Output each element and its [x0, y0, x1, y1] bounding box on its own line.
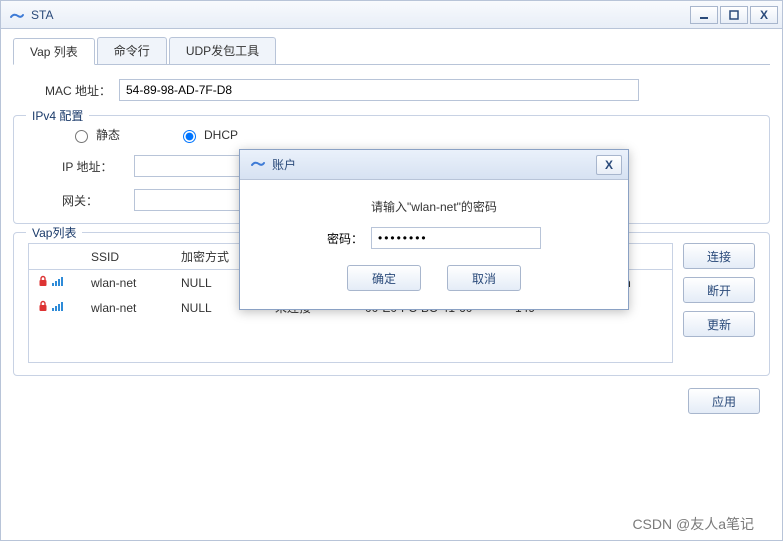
radio-static-label: 静态 — [96, 126, 120, 143]
modal-close-button[interactable]: X — [596, 155, 622, 175]
tab-bar: Vap 列表 命令行 UDP发包工具 — [13, 37, 770, 65]
tab-udp[interactable]: UDP发包工具 — [169, 37, 276, 64]
row-icons — [37, 300, 65, 312]
modal-titlebar[interactable]: 账户 X — [240, 150, 628, 180]
watermark: CSDN @友人a笔记 — [632, 514, 754, 534]
modal-body: 请输入"wlan-net"的密码 密码： 确定 取消 — [240, 180, 628, 309]
ok-button[interactable]: 确定 — [347, 265, 421, 291]
password-input[interactable] — [371, 227, 541, 249]
col-ssid[interactable]: SSID — [83, 244, 173, 270]
gw-label: 网关： — [62, 192, 134, 209]
app-window: STA X Vap 列表 命令行 UDP发包工具 MAC 地址： IPv4 配置… — [0, 0, 783, 541]
cancel-button[interactable]: 取消 — [447, 265, 521, 291]
col-icon — [29, 244, 83, 270]
app-icon — [9, 7, 25, 23]
close-button[interactable]: X — [750, 6, 778, 24]
vap-side-buttons: 连接 断开 更新 — [683, 243, 755, 363]
signal-icon — [51, 275, 65, 287]
row-icons — [37, 275, 65, 287]
lock-icon — [37, 275, 49, 287]
modal-message: 请输入"wlan-net"的密码 — [268, 198, 600, 215]
ipv4-radio-row: 静态 DHCP — [70, 126, 755, 143]
refresh-button[interactable]: 更新 — [683, 311, 755, 337]
ipv4-legend: IPv4 配置 — [26, 107, 89, 124]
cell-ssid: wlan-net — [83, 295, 173, 320]
titlebar-left: STA — [9, 7, 53, 23]
modal-icon — [250, 155, 266, 174]
mac-label: MAC 地址： — [41, 82, 119, 99]
connect-button[interactable]: 连接 — [683, 243, 755, 269]
vap-legend: Vap列表 — [26, 224, 82, 241]
apply-button[interactable]: 应用 — [688, 388, 760, 414]
radio-dhcp-label: DHCP — [204, 128, 238, 142]
signal-icon — [51, 300, 65, 312]
disconnect-button[interactable]: 断开 — [683, 277, 755, 303]
password-label: 密码： — [327, 230, 363, 247]
account-modal: 账户 X 请输入"wlan-net"的密码 密码： 确定 取消 — [239, 149, 629, 310]
radio-dhcp[interactable]: DHCP — [178, 127, 238, 143]
modal-buttons: 确定 取消 — [268, 265, 600, 291]
cell-ssid: wlan-net — [83, 270, 173, 296]
tab-vap-list[interactable]: Vap 列表 — [13, 38, 95, 65]
mac-row: MAC 地址： — [41, 79, 770, 101]
radio-dhcp-input[interactable] — [183, 130, 196, 143]
lock-icon — [37, 300, 49, 312]
window-title: STA — [31, 8, 53, 22]
maximize-button[interactable] — [720, 6, 748, 24]
minimize-button[interactable] — [690, 6, 718, 24]
titlebar: STA X — [1, 1, 782, 29]
password-row: 密码： — [268, 227, 600, 249]
tab-cmd[interactable]: 命令行 — [97, 37, 167, 64]
mac-input[interactable] — [119, 79, 639, 101]
apply-row: 应用 — [13, 388, 770, 414]
radio-static[interactable]: 静态 — [70, 126, 120, 143]
window-controls: X — [690, 6, 778, 24]
modal-title: 账户 — [272, 156, 296, 173]
radio-static-input[interactable] — [75, 130, 88, 143]
ip-label: IP 地址： — [62, 158, 134, 175]
